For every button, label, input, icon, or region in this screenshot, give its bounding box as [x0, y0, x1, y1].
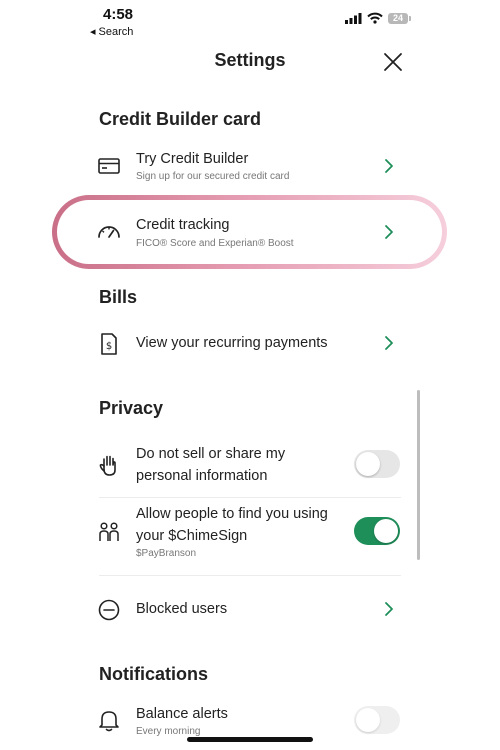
chimesign-handle: $PayBranson — [136, 548, 197, 559]
blocked-users-row[interactable]: Blocked users — [96, 597, 406, 623]
do-not-sell-row: Do not sell or share my personal informa… — [96, 443, 406, 489]
status-time: 4:58 — [103, 6, 134, 23]
balance-alerts-toggle[interactable] — [354, 706, 400, 734]
chevron-right-icon — [385, 159, 393, 173]
bill-document-icon: $ — [101, 333, 117, 355]
hand-stop-icon — [99, 455, 116, 476]
battery-cap — [409, 15, 411, 21]
toggle-knob — [374, 519, 398, 543]
blocked-circle-icon — [98, 599, 120, 621]
try-credit-builder-subtitle: Sign up for our secured credit card — [136, 171, 290, 182]
toggle-knob — [356, 452, 380, 476]
section-heading-bills: Bills — [99, 287, 138, 307]
try-credit-builder-row[interactable]: Try Credit Builder Sign up for our secur… — [96, 148, 406, 188]
toggle-knob — [356, 708, 380, 732]
people-icon — [99, 522, 119, 541]
close-icon[interactable] — [380, 49, 406, 75]
do-not-sell-line1: Do not sell or share my — [136, 446, 286, 462]
credit-tracking-subtitle: FICO® Score and Experian® Boost — [136, 238, 294, 249]
scrollbar[interactable] — [417, 390, 420, 560]
recurring-payments-title: View your recurring payments — [136, 335, 328, 351]
try-credit-builder-title: Try Credit Builder — [136, 151, 249, 167]
do-not-sell-line2: personal information — [136, 468, 268, 484]
back-label: Search — [98, 25, 134, 38]
balance-alerts-subtitle: Every morning — [136, 726, 201, 737]
section-heading-notifications: Notifications — [99, 664, 209, 684]
svg-text:$: $ — [106, 341, 112, 352]
allow-find-row: Allow people to find you using your $Chi… — [96, 503, 406, 563]
back-triangle-icon: ◂ — [90, 26, 96, 38]
recurring-payments-row[interactable]: $ View your recurring payments — [96, 331, 406, 357]
chevron-right-icon — [385, 336, 393, 350]
balance-alerts-title: Balance alerts — [136, 706, 228, 722]
page-title: Settings — [214, 50, 286, 70]
speedometer-icon — [98, 226, 120, 238]
divider — [99, 575, 401, 576]
allow-find-line2: your $ChimeSign — [136, 528, 248, 544]
blocked-users-title: Blocked users — [136, 601, 228, 617]
do-not-sell-toggle[interactable] — [354, 450, 400, 478]
chevron-right-icon — [385, 225, 393, 239]
back-to-search-link[interactable]: ◂ Search — [90, 25, 134, 39]
allow-find-toggle[interactable] — [354, 517, 400, 545]
wifi-icon — [367, 12, 383, 24]
battery-icon: 24 — [388, 12, 408, 24]
signal-icon — [345, 12, 362, 24]
allow-find-line1: Allow people to find you using — [136, 506, 328, 522]
home-indicator[interactable] — [187, 737, 313, 742]
chevron-right-icon — [385, 602, 393, 616]
section-heading-credit-builder: Credit Builder card — [99, 109, 262, 129]
credit-tracking-title: Credit tracking — [136, 217, 230, 233]
bell-icon — [99, 711, 119, 732]
divider — [99, 497, 401, 498]
section-heading-privacy: Privacy — [99, 398, 164, 418]
status-icons: 24 — [345, 12, 411, 24]
credit-card-icon — [98, 158, 120, 174]
credit-tracking-row[interactable]: Credit tracking FICO® Score and Experian… — [96, 214, 406, 254]
